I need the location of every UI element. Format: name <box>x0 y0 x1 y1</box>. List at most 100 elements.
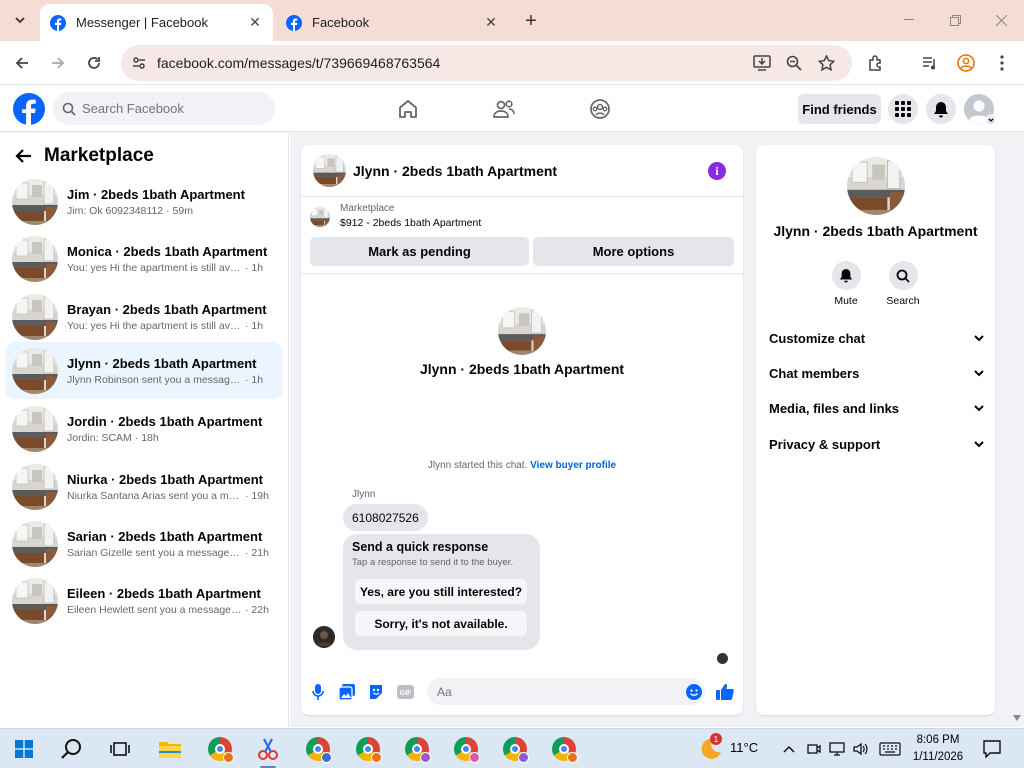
tab-messenger[interactable]: Messenger | Facebook ✕ <box>40 4 273 41</box>
avatar-icon <box>964 94 997 126</box>
listing-title: $912 - 2beds 1bath Apartment <box>340 217 482 229</box>
section-chat-members[interactable]: Chat members <box>769 361 984 385</box>
attach-photo-button[interactable] <box>338 683 356 701</box>
arrow-left-icon[interactable] <box>14 146 34 166</box>
taskbar-chrome-2[interactable] <box>304 735 332 763</box>
facebook-search-box[interactable] <box>53 92 275 125</box>
system-clock[interactable]: 8:06 PM 1/11/2026 <box>906 732 970 766</box>
search-icon <box>61 739 81 759</box>
menu-button[interactable] <box>888 94 918 124</box>
scrollbar-down-arrow[interactable] <box>1012 714 1022 722</box>
conversation-item[interactable]: Jim · 2beds 1bath Apartment Jim: Ok 60923… <box>6 173 282 230</box>
like-button[interactable] <box>716 683 734 701</box>
emoji-button[interactable] <box>685 683 703 701</box>
profile-button[interactable] <box>953 50 979 76</box>
install-app-button[interactable] <box>749 50 775 76</box>
conversation-item[interactable]: Niurka · 2beds 1bath Apartment Niurka San… <box>6 458 282 515</box>
info-button[interactable]: i <box>708 162 726 180</box>
new-tab-button[interactable]: + <box>520 10 542 32</box>
chat-avatar[interactable] <box>313 154 346 187</box>
forward-button[interactable] <box>45 50 71 76</box>
keyboard-icon[interactable] <box>877 735 903 763</box>
details-avatar[interactable] <box>847 157 905 215</box>
temperature[interactable]: 11°C <box>730 740 758 755</box>
message-input-box[interactable] <box>427 678 705 705</box>
volume-icon[interactable] <box>850 735 872 763</box>
view-buyer-profile-link[interactable]: View buyer profile <box>530 460 616 471</box>
taskbar-chrome-4[interactable] <box>403 735 431 763</box>
search-in-chat-button[interactable]: Search <box>881 261 925 307</box>
puzzle-icon <box>869 55 881 71</box>
conversation-item[interactable]: Eileen · 2beds 1bath Apartment Eileen Hew… <box>6 572 282 629</box>
conversation-item[interactable]: Brayan · 2beds 1bath Apartment You: yes H… <box>6 288 282 345</box>
chrome-icon <box>356 737 382 763</box>
close-tab-icon[interactable]: ✕ <box>483 14 499 31</box>
section-media-files-links[interactable]: Media, files and links <box>769 396 984 420</box>
close-window-button[interactable] <box>986 8 1016 32</box>
bookmark-button[interactable] <box>813 50 839 76</box>
taskbar-chrome-5[interactable] <box>452 735 480 763</box>
restore-button[interactable] <box>940 8 970 32</box>
section-privacy-support[interactable]: Privacy & support <box>769 432 984 456</box>
find-friends-button[interactable]: Find friends <box>798 94 881 124</box>
weather-widget[interactable]: 1 <box>698 733 724 761</box>
conversation-time: · 1h <box>245 261 264 274</box>
mark-pending-button[interactable]: Mark as pending <box>310 237 529 266</box>
facebook-logo[interactable] <box>13 93 45 125</box>
nav-friends[interactable] <box>489 95 519 123</box>
quick-reply-interested[interactable]: Yes, are you still interested? <box>355 579 527 604</box>
chat-title[interactable]: Jlynn · 2beds 1bath Apartment <box>353 163 557 179</box>
apartment-thumbnail <box>12 347 58 394</box>
meet-now-icon[interactable] <box>803 735 825 763</box>
start-button[interactable] <box>10 735 38 763</box>
reload-button[interactable] <box>81 50 107 76</box>
notifications-button[interactable] <box>926 94 956 124</box>
task-view-button[interactable] <box>106 735 134 763</box>
taskbar-chrome-6[interactable] <box>501 735 529 763</box>
notification-center-button[interactable] <box>978 735 1006 763</box>
conversation-item[interactable]: Jlynn · 2beds 1bath Apartment Jlynn Robin… <box>6 342 282 399</box>
taskbar-chrome-3[interactable] <box>354 735 382 763</box>
tab-facebook[interactable]: Facebook ✕ <box>276 4 509 41</box>
message-input[interactable] <box>437 684 667 699</box>
show-hidden-icons[interactable] <box>778 735 800 763</box>
minimize-button[interactable] <box>894 8 924 32</box>
media-control-button[interactable] <box>917 50 943 76</box>
close-tab-icon[interactable]: ✕ <box>247 14 263 31</box>
mute-button[interactable]: Mute <box>824 261 868 307</box>
taskbar-chrome-7[interactable] <box>550 735 578 763</box>
site-info-button[interactable] <box>125 49 153 77</box>
nav-groups[interactable] <box>585 95 615 123</box>
taskbar-chrome-1[interactable] <box>206 735 234 763</box>
network-icon[interactable] <box>826 735 848 763</box>
sticker-button[interactable] <box>367 683 385 701</box>
microphone-icon <box>312 684 324 700</box>
browser-menu-button[interactable] <box>989 50 1015 76</box>
conversation-preview: Niurka Santana Arias sent you a mes... <box>67 489 242 502</box>
zoom-button[interactable] <box>781 50 807 76</box>
more-options-button[interactable]: More options <box>533 237 734 266</box>
tab-search-button[interactable] <box>8 8 32 32</box>
back-button[interactable] <box>9 50 35 76</box>
search-input[interactable] <box>82 101 252 116</box>
gif-button[interactable]: GIF <box>396 683 414 701</box>
voice-clip-button[interactable] <box>309 683 327 701</box>
section-customize-chat[interactable]: Customize chat <box>769 326 984 350</box>
quick-reply-not-available[interactable]: Sorry, it's not available. <box>355 611 527 636</box>
sticker-icon <box>370 685 382 699</box>
marketplace-listing[interactable]: Marketplace $912 - 2beds 1bath Apartment <box>310 203 481 229</box>
taskbar-search-button[interactable] <box>58 735 86 763</box>
quick-response-card: Send a quick response Tap a response to … <box>343 534 540 650</box>
playlist-icon <box>923 57 935 70</box>
conversation-item[interactable]: Monica · 2beds 1bath Apartment You: yes H… <box>6 230 282 287</box>
conversation-item[interactable]: Sarian · 2beds 1bath Apartment Sarian Giz… <box>6 515 282 572</box>
file-explorer-button[interactable] <box>156 735 184 763</box>
extensions-button[interactable] <box>863 50 889 76</box>
nav-home[interactable] <box>393 95 423 123</box>
account-button[interactable] <box>963 94 997 126</box>
taskbar-snip-tool[interactable] <box>254 735 282 768</box>
conversation-item[interactable]: Jordin · 2beds 1bath Apartment Jordin: SC… <box>6 400 282 457</box>
address-bar[interactable]: facebook.com/messages/t/739669468763564 <box>121 45 852 81</box>
profile-avatar[interactable] <box>498 307 546 355</box>
message-bubble[interactable]: 6108027526 <box>343 504 428 531</box>
